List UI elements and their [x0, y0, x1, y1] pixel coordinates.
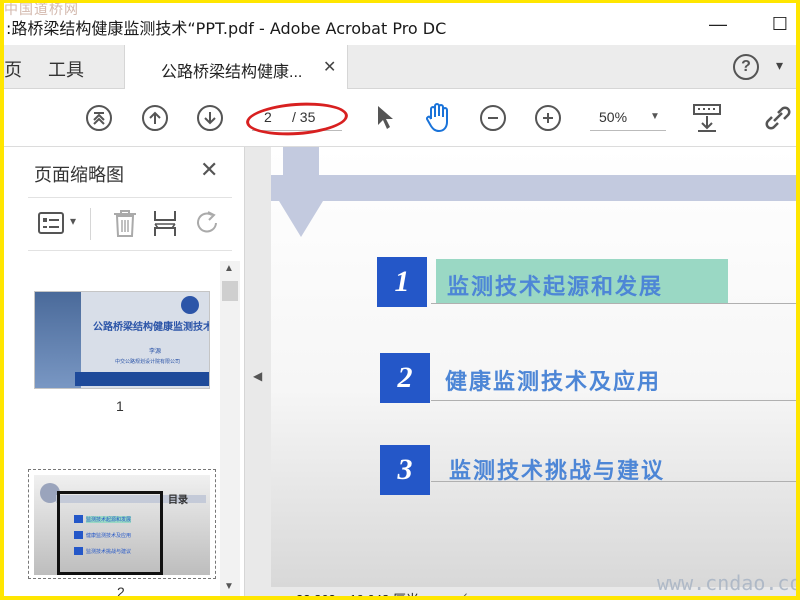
scroll-down-icon[interactable]: ▼	[224, 581, 234, 592]
select-arrow-icon[interactable]	[376, 105, 394, 131]
tab-tools[interactable]: 工具	[48, 56, 84, 82]
visible-area-indicator[interactable]	[57, 491, 163, 575]
pdf-page: 1 监测技术起源和发展 2 健康监测技术及应用 3 监测技术挑战与建议	[271, 147, 796, 587]
toc-item-1-number: 1	[377, 257, 427, 307]
extract-pages-icon[interactable]	[152, 208, 178, 238]
site-watermark: 中国道桥网	[4, 2, 79, 18]
chevron-down-icon[interactable]: ▾	[70, 214, 76, 228]
document-view[interactable]: ◀ 1 监测技术起源和发展 2 健康监测技术及应用 3 监测技术挑战与建议 33…	[245, 147, 796, 600]
maximize-button[interactable]: ☐	[768, 13, 792, 37]
toc-item-3-rule	[431, 481, 796, 482]
thumbnail-1-footer-bar	[75, 372, 209, 386]
thumbnail-2-number: 2	[117, 584, 125, 600]
title-bar: :路桥梁结构健康监测技术“PPT.pdf - Adobe Acrobat Pro…	[4, 3, 796, 45]
thumbnail-2-heading: 目录	[168, 495, 188, 506]
page-thumbnail-2[interactable]: 目录 监测技术起源和发展 健康监测技术及应用 监测技术挑战与建议	[34, 475, 210, 575]
chevron-down-icon[interactable]: ▾	[776, 57, 783, 74]
first-page-icon[interactable]	[86, 105, 112, 131]
close-panel-icon[interactable]: ✕	[200, 157, 218, 183]
header-band-tab	[283, 147, 319, 201]
logo-badge	[181, 296, 199, 314]
site-url-watermark: www.cndao.com	[657, 571, 800, 595]
keyboard-scroll-icon[interactable]	[692, 103, 722, 133]
thumbnail-1-org: 中交公路规划设计院有限公司	[115, 359, 181, 365]
collapse-panel-icon[interactable]: ◀	[253, 369, 262, 383]
page-dimensions: 33.863 x 19.048 厘米	[296, 592, 419, 600]
header-band	[271, 175, 796, 201]
thumbnail-toolbar: ▾	[28, 197, 232, 251]
tab-home[interactable]: 页	[4, 56, 22, 82]
tab-document-label: 公路桥梁结构健康...	[161, 64, 303, 81]
page-thumbnails-panel: 页面缩略图 ✕ ▾ ▲ ▼ 公路桥梁结构健康监测技术 李源 中交公路规划设计院有…	[4, 147, 245, 600]
rotate-icon[interactable]	[194, 210, 222, 236]
close-tab-icon[interactable]: ✕	[323, 57, 336, 77]
thumbnail-1-author: 李源	[149, 349, 162, 355]
toolbar-divider	[90, 208, 91, 240]
app-window: :路桥梁结构健康监测技术“PPT.pdf - Adobe Acrobat Pro…	[0, 0, 800, 600]
main-toolbar: 2 / 35 50% ▼	[4, 89, 796, 147]
trash-icon[interactable]	[112, 208, 138, 238]
scroll-up-icon[interactable]: ▲	[224, 263, 234, 274]
header-band-pointer	[279, 201, 323, 237]
thumbnail-scrollbar[interactable]: ▲ ▼	[220, 261, 240, 596]
link-share-icon[interactable]	[762, 103, 794, 133]
help-icon[interactable]: ?	[733, 54, 759, 80]
options-list-icon[interactable]	[38, 212, 64, 234]
next-page-icon[interactable]	[197, 105, 223, 131]
scrollbar-thumb[interactable]	[222, 281, 238, 301]
page-thumbnail-1[interactable]: 公路桥梁结构健康监测技术 李源 中交公路规划设计院有限公司	[34, 291, 210, 389]
panel-title: 页面缩略图	[34, 165, 124, 185]
zoom-level-select[interactable]: 50% ▼	[590, 107, 666, 131]
zoom-in-icon[interactable]	[535, 105, 561, 131]
scroll-left-icon[interactable]: ‹	[463, 587, 468, 596]
zoom-out-icon[interactable]	[480, 105, 506, 131]
chevron-down-icon[interactable]: ▼	[650, 111, 660, 122]
hand-tool-icon[interactable]	[425, 103, 453, 133]
tab-bar: 页 工具 公路桥梁结构健康... ✕ ? ▾	[4, 45, 796, 90]
toc-item-2-rule	[431, 400, 796, 401]
toc-item-2-number: 2	[380, 353, 430, 403]
toc-item-1-rule	[431, 303, 796, 304]
minimize-button[interactable]: —	[706, 13, 730, 37]
tab-document[interactable]: 公路桥梁结构健康... ✕	[124, 45, 348, 90]
zoom-level-value: 50%	[599, 109, 628, 125]
toc-item-1-text: 监测技术起源和发展	[447, 275, 664, 300]
toc-item-3-number: 3	[380, 445, 430, 495]
toc-item-2-text: 健康监测技术及应用	[445, 370, 662, 395]
red-annotation-oval	[245, 99, 349, 139]
thumbnail-1-number: 1	[116, 398, 124, 414]
prev-page-icon[interactable]	[142, 105, 168, 131]
thumbnail-1-title: 公路桥梁结构健康监测技术	[93, 322, 210, 333]
